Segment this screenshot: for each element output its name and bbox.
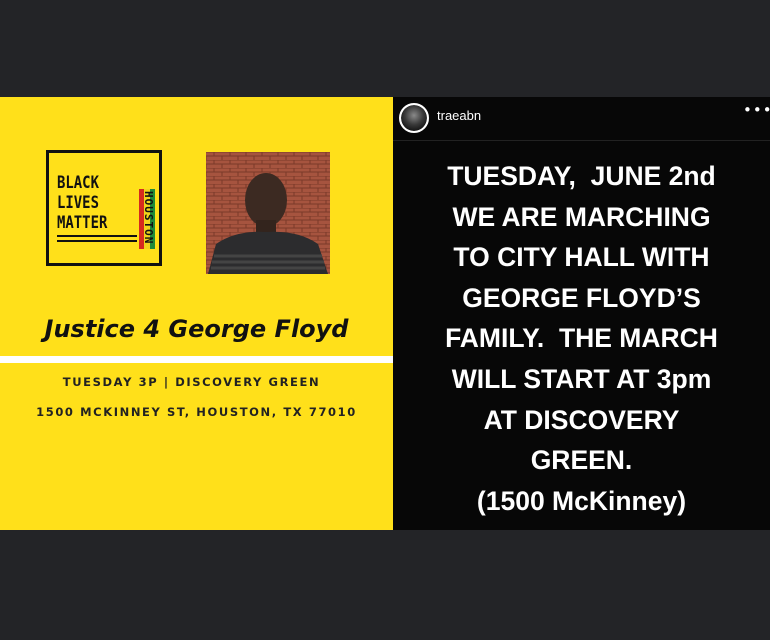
event-time-location: TUESDAY 3P | DISCOVERY GREEN [62, 375, 321, 389]
avatar[interactable] [399, 103, 429, 133]
message-line: TUESDAY, JUNE 2nd [447, 161, 716, 191]
message-line: TO CITY HALL WITH [453, 242, 710, 273]
logo-line: MATTER [57, 213, 108, 233]
message-line: GREEN. [530, 445, 633, 476]
flyer-title: Justice 4 George Floyd [44, 315, 349, 343]
blm-houston-logo: BLACK LIVES MATTER HOUSTON [46, 150, 162, 266]
logo-side-text: HOUSTON [142, 191, 155, 245]
post-panel: traeabn ••• TUESDAY, JUNE 2nd WE ARE MAR… [393, 97, 770, 530]
message-line: (1500 McKinney) [476, 485, 687, 516]
event-address: 1500 MCKINNEY ST, HOUSTON, TX 77010 [36, 405, 357, 419]
flyer-panel: BLACK LIVES MATTER HOUSTON Justice 4 Geo… [0, 97, 393, 530]
post-username[interactable]: traeabn [437, 108, 481, 123]
logo-line: BLACK [57, 173, 99, 193]
flyer-divider [0, 356, 393, 363]
message-line: FAMILY. THE MARCH [445, 323, 718, 354]
header-divider [393, 140, 770, 141]
logo-line: LIVES [57, 193, 99, 213]
message-line: WE ARE MARCHING [452, 201, 711, 232]
message-line: AT DISCOVERY [483, 404, 680, 435]
post-message: TUESDAY, JUNE 2nd WE ARE MARCHING TO CIT… [393, 156, 770, 521]
logo-underlines [57, 235, 137, 245]
portrait-photo [206, 152, 330, 274]
more-horizontal-icon[interactable]: ••• [743, 101, 770, 119]
message-line: WILL START AT 3pm [451, 363, 712, 394]
message-line: GEORGE FLOYD’S [462, 282, 701, 313]
